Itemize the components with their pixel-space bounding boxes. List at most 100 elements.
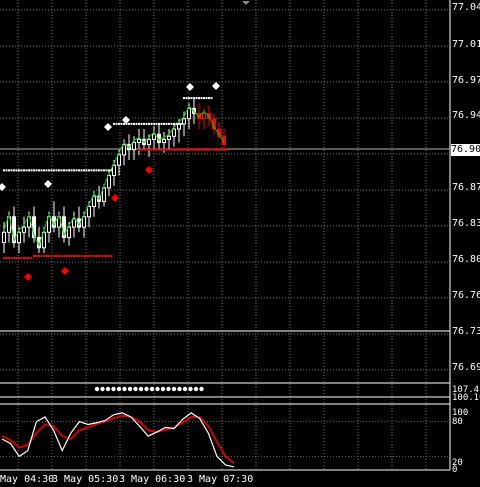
lower-band-dot bbox=[205, 148, 208, 151]
lower-band-dot bbox=[150, 148, 153, 151]
upper-band-dot bbox=[98, 169, 100, 172]
lower-band-dot bbox=[15, 257, 18, 260]
lower-band-dot bbox=[188, 148, 190, 151]
lower-band-dot bbox=[100, 255, 103, 258]
candle-body bbox=[67, 226, 71, 238]
lower-band-dot bbox=[48, 255, 50, 258]
upper-band-dot bbox=[75, 169, 78, 172]
upper-band-dot bbox=[210, 97, 213, 100]
upper-band-dot bbox=[168, 122, 170, 125]
lower-band-dot bbox=[110, 255, 113, 258]
lower-band-dot bbox=[35, 255, 38, 258]
lower-band-dot bbox=[225, 148, 228, 151]
indicator-dot bbox=[188, 386, 193, 392]
upper-band-dot bbox=[140, 122, 143, 125]
indicator-dot bbox=[149, 386, 155, 392]
lower-band-dot bbox=[23, 257, 25, 260]
lower-band-dot bbox=[53, 255, 55, 258]
upper-band-dot bbox=[15, 169, 18, 172]
upper-band-dot bbox=[20, 169, 23, 172]
candle-body bbox=[182, 118, 186, 125]
upper-band-dot bbox=[180, 122, 183, 125]
candle-body bbox=[92, 195, 96, 207]
indicator-dot bbox=[122, 386, 127, 392]
upper-band-dot bbox=[113, 122, 115, 125]
candle-body bbox=[2, 231, 6, 244]
lower-band-dot bbox=[90, 255, 93, 258]
upper-band-dot bbox=[65, 169, 68, 172]
lower-band-dot bbox=[30, 257, 33, 260]
upper-band-dot bbox=[58, 169, 60, 172]
scroll-marker-icon bbox=[242, 1, 250, 5]
lower-band-dot bbox=[33, 255, 35, 258]
lower-band-dot bbox=[210, 148, 213, 151]
candle-body bbox=[152, 133, 156, 140]
candle-body bbox=[22, 226, 26, 233]
current-price-label: 76.907 bbox=[451, 144, 480, 156]
fractal-up-icon bbox=[104, 123, 112, 131]
lower-band-dot bbox=[168, 148, 170, 151]
fractal-down-icon bbox=[24, 273, 32, 281]
candle-body bbox=[17, 231, 21, 244]
candle-body bbox=[162, 138, 166, 143]
lower-band-dot bbox=[163, 148, 165, 151]
lower-band-dot bbox=[155, 148, 158, 151]
upper-band-dot bbox=[148, 122, 150, 125]
candle-body bbox=[202, 113, 206, 120]
fractal-up-icon bbox=[0, 183, 6, 191]
time-axis-label: 3 May 05:30 bbox=[52, 474, 119, 485]
upper-band-dot bbox=[188, 97, 190, 100]
lower-band-dot bbox=[223, 148, 225, 151]
lower-band-dot bbox=[18, 257, 20, 260]
upper-band-dot bbox=[30, 169, 33, 172]
upper-band-dot bbox=[63, 169, 65, 172]
upper-band-dot bbox=[108, 169, 110, 172]
stoch-axis-label: 0 bbox=[452, 465, 458, 475]
lower-band-dot bbox=[158, 148, 160, 151]
upper-band-dot bbox=[185, 97, 188, 100]
indicator-dot bbox=[160, 386, 166, 392]
upper-band-dot bbox=[175, 122, 178, 125]
lower-band-dot bbox=[105, 255, 108, 258]
upper-band-dot bbox=[153, 122, 155, 125]
upper-band-dot bbox=[38, 169, 40, 172]
upper-band-dot bbox=[10, 169, 13, 172]
upper-band-dot bbox=[43, 169, 45, 172]
price-chart[interactable]: 77.045 77.010 76.975 76.940 76.907 76.87… bbox=[0, 0, 480, 487]
lower-band-dot bbox=[145, 148, 148, 151]
stoch-main-line bbox=[1, 412, 235, 468]
lower-band-dot bbox=[78, 255, 80, 258]
lower-band-dot bbox=[25, 257, 28, 260]
chart-canvas[interactable] bbox=[0, 0, 480, 487]
candle-body bbox=[137, 138, 141, 143]
upper-band-dot bbox=[143, 122, 145, 125]
lower-band-dot bbox=[193, 148, 195, 151]
candle-body bbox=[132, 141, 136, 151]
upper-band-dot bbox=[145, 122, 148, 125]
price-axis-label: 76.765 bbox=[452, 290, 480, 301]
lower-band-dot bbox=[95, 255, 98, 258]
lower-band-dot bbox=[13, 257, 15, 260]
upper-band-dot bbox=[88, 169, 90, 172]
lower-band-dot bbox=[153, 148, 155, 151]
lower-band-dot bbox=[65, 255, 68, 258]
indicator-dot bbox=[182, 386, 188, 392]
lower-band-dot bbox=[208, 148, 210, 151]
fractal-down-icon bbox=[61, 267, 69, 275]
fractal-down-icon bbox=[111, 194, 119, 202]
lower-band-dot bbox=[213, 148, 215, 151]
upper-band-dot bbox=[85, 169, 88, 172]
upper-band-dot bbox=[90, 169, 93, 172]
indicator-dot bbox=[100, 386, 105, 392]
indicator-dot bbox=[199, 386, 204, 392]
price-axis-label: 76.975 bbox=[452, 75, 480, 86]
lower-band-dot bbox=[98, 255, 100, 258]
lower-band-dot bbox=[178, 148, 180, 151]
upper-band-dot bbox=[93, 169, 95, 172]
lower-band-dot bbox=[93, 255, 95, 258]
upper-band-dot bbox=[165, 122, 168, 125]
upper-band-dot bbox=[150, 122, 153, 125]
upper-band-dot bbox=[155, 122, 158, 125]
upper-band-dot bbox=[128, 122, 130, 125]
upper-band-dot bbox=[118, 122, 120, 125]
